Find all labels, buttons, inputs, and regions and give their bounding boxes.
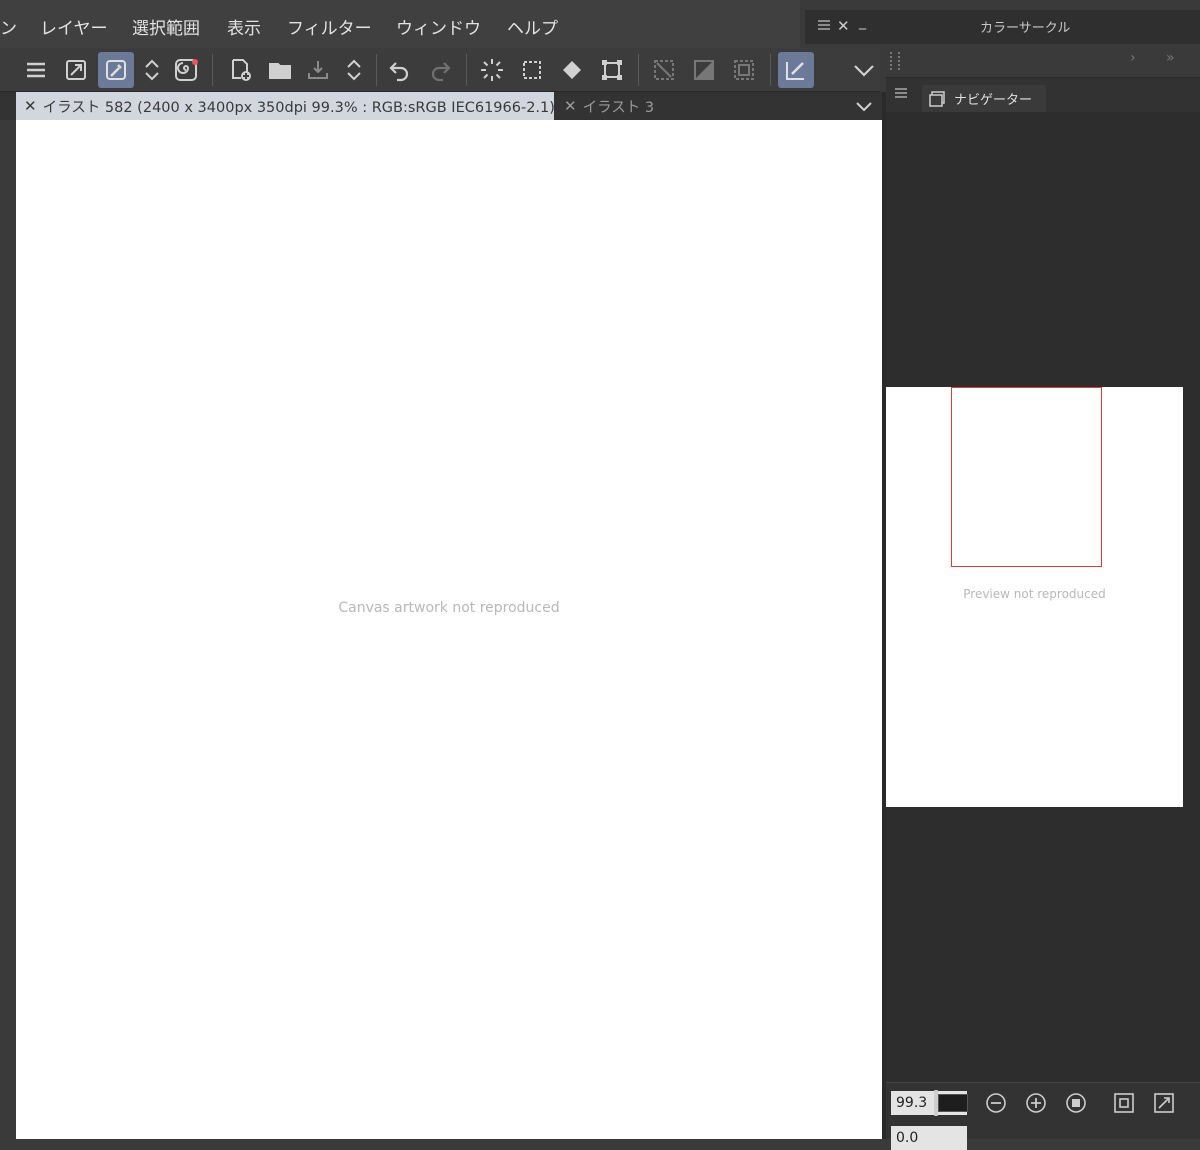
tab-label: イラスト 3 xyxy=(582,99,655,116)
left-gutter xyxy=(0,120,16,1139)
checkmark-pen-icon[interactable] xyxy=(778,52,814,88)
menu-item-view[interactable]: 表示 xyxy=(227,14,261,39)
select-rect-icon[interactable] xyxy=(514,52,550,88)
toolbar-divider xyxy=(212,54,213,86)
transform-icon[interactable] xyxy=(594,52,630,88)
navigator-tab-label: ナビゲーター xyxy=(954,93,1033,108)
command-bar xyxy=(0,48,880,92)
canvas[interactable]: Canvas artwork not reproduced xyxy=(16,120,882,1139)
chevron-right-icon[interactable]: › xyxy=(1130,50,1136,66)
document-tab-bar: ✕ イラスト 582 (2400 x 3400px 350dpi 99.3% :… xyxy=(0,92,882,120)
open-folder-icon[interactable] xyxy=(262,52,298,88)
up-down-icon[interactable] xyxy=(134,52,170,88)
new-file-icon[interactable] xyxy=(222,52,258,88)
zoom-in-icon[interactable] xyxy=(1024,1091,1048,1115)
drag-handle[interactable] xyxy=(890,52,900,70)
color-circle-panel-header: ✕ _ カラーサークル xyxy=(805,10,1200,44)
eyedropper-icon[interactable] xyxy=(98,52,134,88)
zoom-slider[interactable] xyxy=(938,1094,968,1112)
navigator-viewport-frame[interactable] xyxy=(951,387,1102,567)
toolbar-divider xyxy=(770,54,771,86)
save-icon[interactable] xyxy=(300,52,336,88)
zoom-out-icon[interactable] xyxy=(984,1091,1008,1115)
toolbar-divider xyxy=(638,54,639,86)
menu-item-layer[interactable]: レイヤー xyxy=(40,14,108,39)
fill-icon[interactable] xyxy=(554,52,590,88)
fit-to-screen-icon[interactable] xyxy=(1112,1091,1136,1115)
fit-to-navigator-icon[interactable] xyxy=(1152,1091,1176,1115)
tab-navigator[interactable]: ナビゲーター xyxy=(922,85,1046,112)
dock-strip: › » xyxy=(886,44,1200,78)
spiral-icon[interactable] xyxy=(168,52,204,88)
preview-placeholder: Preview not reproduced xyxy=(963,587,1106,601)
rotation-input[interactable]: 0.0 xyxy=(891,1126,967,1150)
resize-icon[interactable] xyxy=(58,52,94,88)
minimize-icon[interactable]: _ xyxy=(859,14,873,30)
toolbar-divider xyxy=(466,54,467,86)
navigator-icon xyxy=(929,90,945,107)
menu-bar: ン レイヤー 選択範囲 表示 フィルター ウィンドウ ヘルプ xyxy=(0,0,800,48)
up-down-icon[interactable] xyxy=(336,52,372,88)
toolbar-divider xyxy=(376,54,377,86)
actual-size-icon[interactable] xyxy=(1064,1091,1088,1115)
close-icon[interactable]: ✕ xyxy=(24,97,37,115)
navigator-panel: Preview not reproduced xyxy=(886,112,1200,1082)
clear-selection-icon[interactable] xyxy=(646,52,682,88)
navigator-preview[interactable]: Preview not reproduced xyxy=(886,387,1183,807)
menu-item-help[interactable]: ヘルプ xyxy=(507,14,558,39)
redo-icon[interactable] xyxy=(422,52,458,88)
loading-icon[interactable] xyxy=(474,52,510,88)
menu-item-window[interactable]: ウィンドウ xyxy=(396,14,481,39)
canvas-placeholder: Canvas artwork not reproduced xyxy=(338,600,560,616)
close-icon[interactable]: ✕ xyxy=(837,17,851,35)
tab-label: イラスト 582 (2400 x 3400px 350dpi 99.3% : R… xyxy=(42,99,555,116)
zoom-slider-thumb[interactable] xyxy=(934,1090,938,1116)
tab-illustration-582[interactable]: ✕ イラスト 582 (2400 x 3400px 350dpi 99.3% :… xyxy=(16,92,555,120)
chevron-down-icon[interactable] xyxy=(846,52,882,88)
navigator-controls: 99.3 0.0 xyxy=(886,1082,1200,1150)
invert-selection-icon[interactable] xyxy=(686,52,722,88)
undo-icon[interactable] xyxy=(382,52,418,88)
menu-item-partial[interactable]: ン xyxy=(0,14,17,39)
tab-illustration-3[interactable]: ✕ イラスト 3 xyxy=(556,92,696,120)
panel-menu-icon[interactable] xyxy=(817,18,831,36)
color-circle-title: カラーサークル xyxy=(980,21,1071,36)
panel-menu-icon[interactable] xyxy=(894,86,908,104)
menu-item-selection[interactable]: 選択範囲 xyxy=(132,14,200,39)
double-chevron-right-icon[interactable]: » xyxy=(1166,50,1175,66)
menu-item-filter[interactable]: フィルター xyxy=(287,14,372,39)
tab-list-chevron-down-icon[interactable] xyxy=(852,94,876,118)
selection-border-icon[interactable] xyxy=(726,52,762,88)
navigator-tab-bar: ナビゲーター xyxy=(886,78,1200,112)
close-icon[interactable]: ✕ xyxy=(564,97,577,115)
menu-icon[interactable] xyxy=(18,52,54,88)
